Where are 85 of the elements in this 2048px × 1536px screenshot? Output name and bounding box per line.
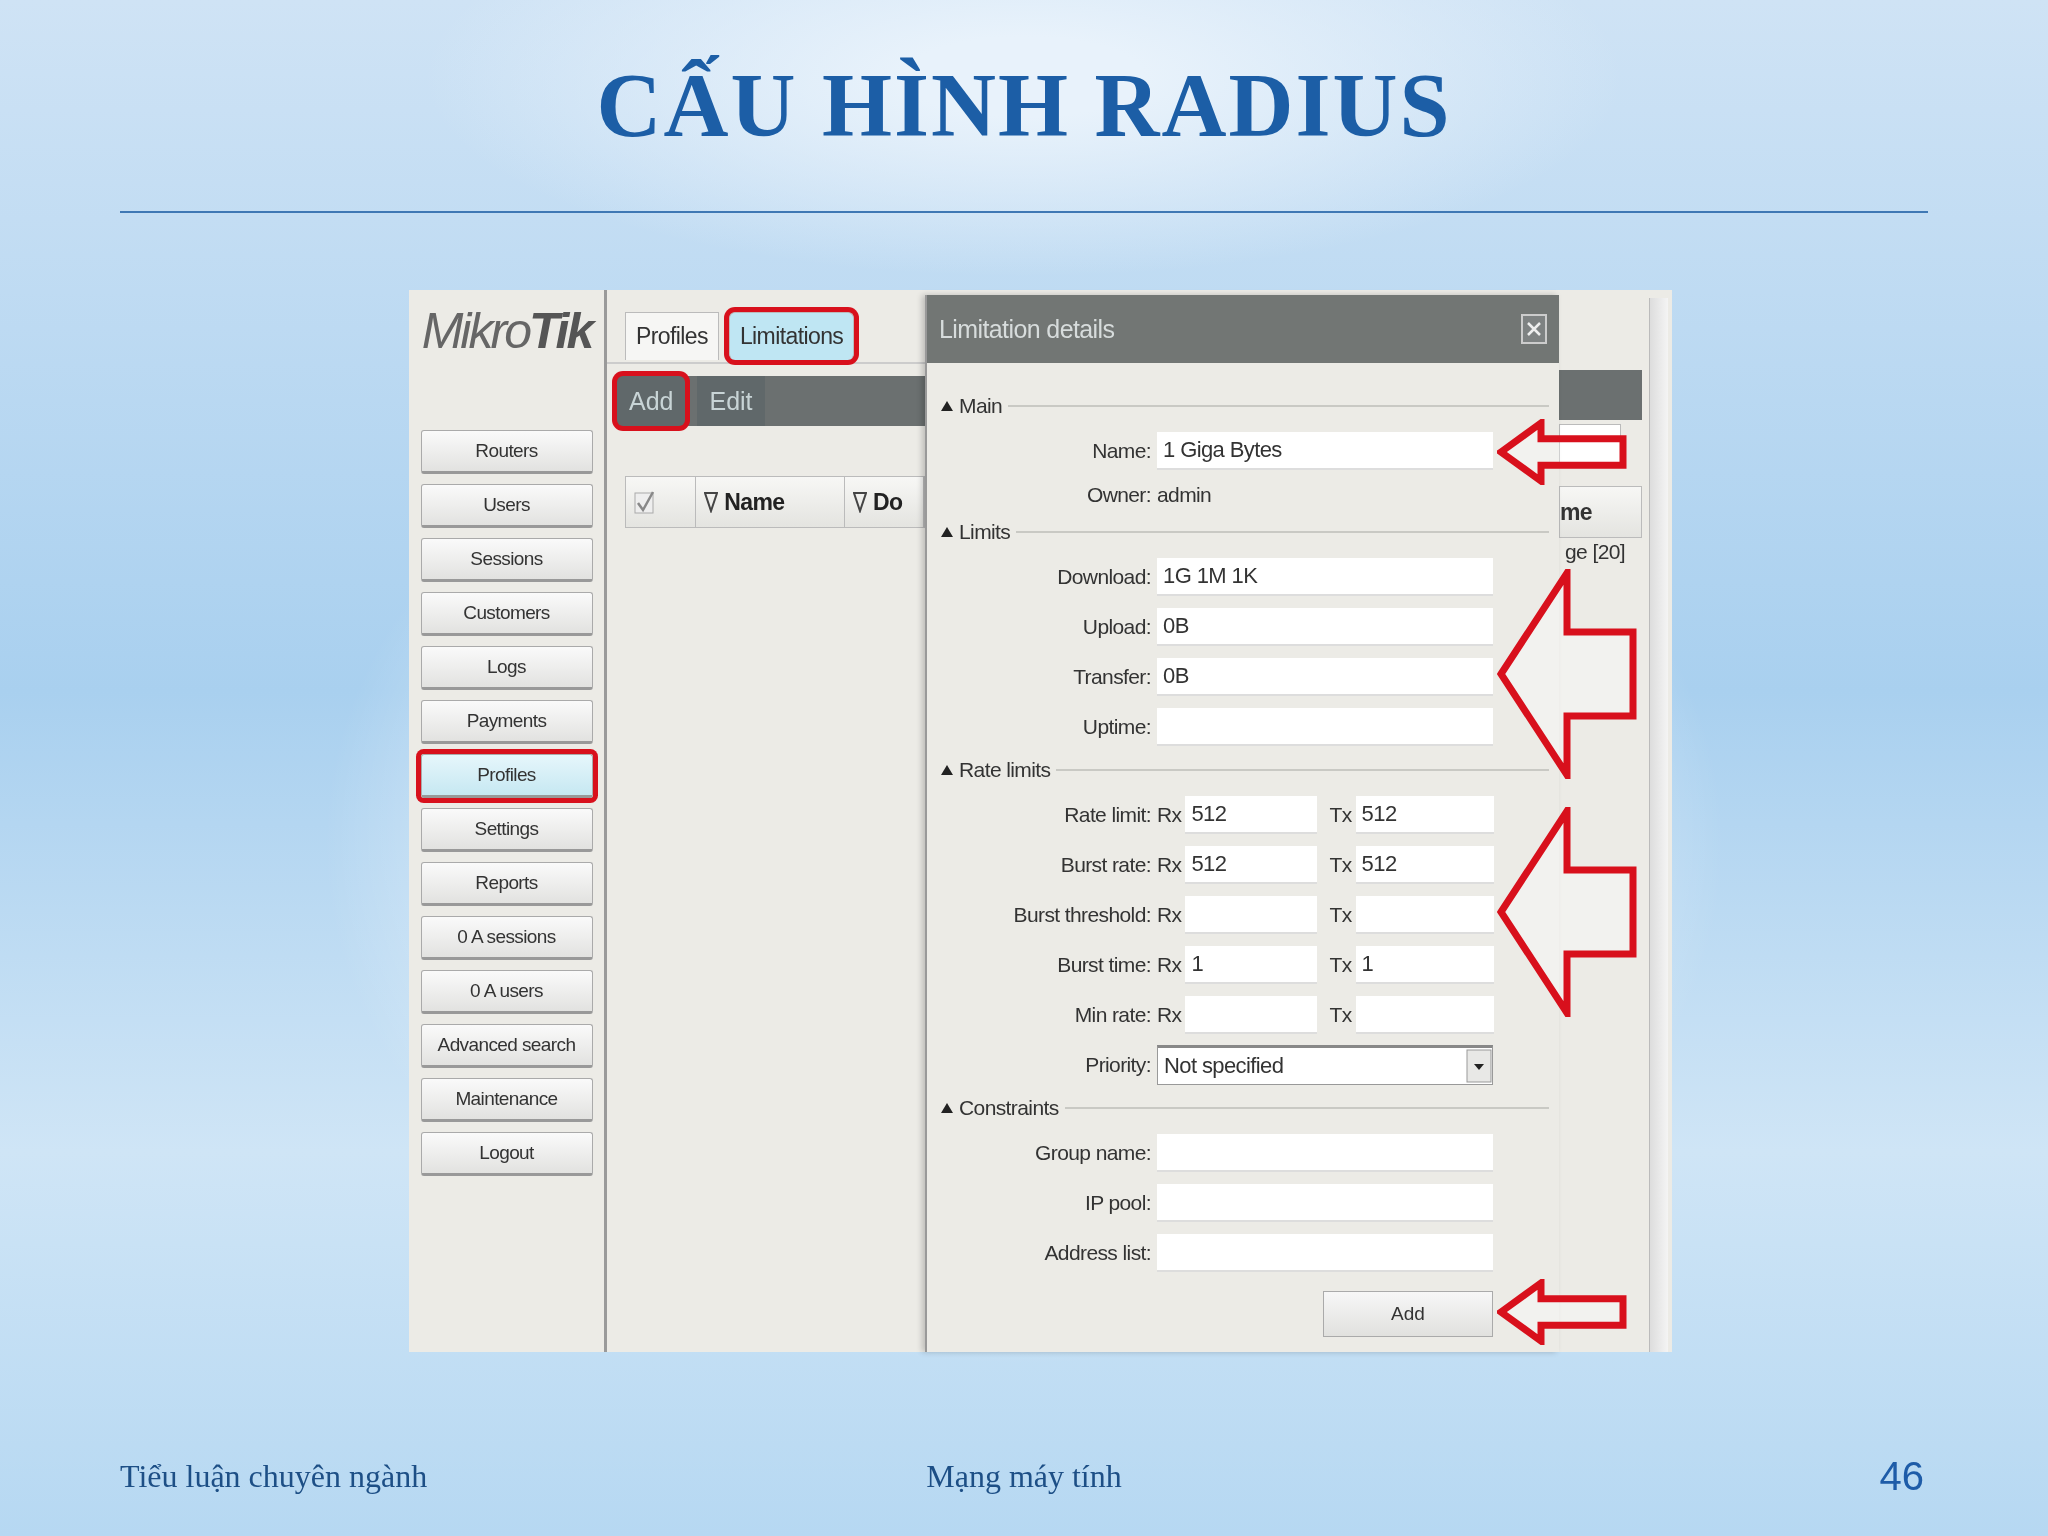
- field-label: Min rate:: [1073, 1003, 1151, 1027]
- rx-label: Rx: [1157, 853, 1182, 877]
- rx-field[interactable]: 512: [1185, 796, 1318, 834]
- text-field[interactable]: [1157, 708, 1493, 746]
- rx-field[interactable]: [1185, 996, 1318, 1034]
- dropdown-icon: [1466, 1049, 1492, 1083]
- column-header[interactable]: Do: [873, 488, 903, 516]
- field-label: Uptime:: [1081, 715, 1151, 739]
- field-label: Burst threshold:: [1012, 903, 1151, 927]
- column-header[interactable]: Name: [724, 488, 785, 516]
- text-field[interactable]: 0B: [1157, 658, 1493, 696]
- collapse-icon[interactable]: [941, 1103, 953, 1113]
- sidebar-item[interactable]: 0 A sessions: [420, 916, 593, 960]
- add-button[interactable]: Add: [1323, 1291, 1493, 1337]
- text-field[interactable]: [1157, 1184, 1493, 1222]
- text-field[interactable]: [1157, 1134, 1493, 1172]
- sidebar-item[interactable]: Users: [420, 484, 593, 528]
- section-title: Main: [959, 394, 1003, 418]
- field-label: Burst rate:: [1059, 853, 1151, 877]
- field-label: Download:: [1056, 565, 1151, 589]
- tx-field[interactable]: [1355, 896, 1494, 934]
- collapse-icon[interactable]: [941, 401, 953, 411]
- field-label: Burst time:: [1056, 953, 1151, 977]
- section-title: Limits: [959, 520, 1011, 544]
- rx-label: Rx: [1157, 903, 1182, 927]
- tx-field[interactable]: 1: [1355, 946, 1494, 984]
- sidebar-item[interactable]: Logout: [420, 1132, 593, 1176]
- field-label: Name:: [1091, 439, 1151, 463]
- sidebar-item[interactable]: Sessions: [420, 538, 593, 582]
- rx-label: Rx: [1157, 1003, 1182, 1027]
- rx-field[interactable]: 512: [1185, 846, 1318, 884]
- sidebar-item[interactable]: Reports: [420, 862, 593, 906]
- collapse-icon[interactable]: [941, 527, 953, 537]
- sidebar-item[interactable]: Payments: [420, 700, 593, 744]
- tx-label: Tx: [1329, 853, 1352, 877]
- tx-label: Tx: [1329, 903, 1352, 927]
- tab[interactable]: Profiles: [625, 312, 719, 360]
- checkbox-icon[interactable]: [634, 489, 656, 515]
- sidebar-item[interactable]: Customers: [420, 592, 593, 636]
- text-field[interactable]: 1G 1M 1K: [1157, 558, 1493, 596]
- footer-text: Tiểu luận chuyên ngành: [120, 1457, 428, 1495]
- sort-icon: [853, 491, 868, 513]
- footer-text: Mạng máy tính: [926, 1457, 1122, 1495]
- sidebar-item[interactable]: 0 A users: [420, 970, 593, 1014]
- sidebar-item[interactable]: Advanced search: [420, 1024, 593, 1068]
- scrollbar[interactable]: [1649, 298, 1668, 1352]
- field-label: Group name:: [1034, 1141, 1151, 1165]
- sidebar-item[interactable]: Logs: [420, 646, 593, 690]
- tx-label: Tx: [1329, 1003, 1352, 1027]
- rx-label: Rx: [1157, 953, 1182, 977]
- sidebar-item[interactable]: Routers: [420, 430, 593, 474]
- dialog-title: Limitation details: [939, 314, 1115, 344]
- tx-field[interactable]: 512: [1355, 846, 1494, 884]
- rx-field[interactable]: [1185, 896, 1318, 934]
- owner-value: admin: [1157, 483, 1213, 507]
- sidebar-item[interactable]: Maintenance: [420, 1078, 593, 1122]
- tx-label: Tx: [1329, 803, 1352, 827]
- close-icon: [1526, 321, 1542, 337]
- rx-field[interactable]: 1: [1185, 946, 1318, 984]
- table-cell-text: ge [20]: [1564, 540, 1627, 564]
- toolbar-button[interactable]: Edit: [697, 376, 765, 426]
- field-label: Owner:: [1085, 483, 1151, 507]
- section-title: Rate limits: [959, 758, 1051, 782]
- priority-dropdown[interactable]: Not specified: [1157, 1045, 1493, 1085]
- field-label: Rate limit:: [1063, 803, 1151, 827]
- field-label: Upload:: [1081, 615, 1151, 639]
- text-field[interactable]: 1 Giga Bytes: [1157, 432, 1493, 470]
- sidebar-item[interactable]: Settings: [420, 808, 593, 852]
- field-label: IP pool:: [1083, 1191, 1151, 1215]
- section-title: Constraints: [959, 1096, 1059, 1120]
- sort-icon: [704, 491, 719, 513]
- field-label: Address list:: [1043, 1241, 1151, 1265]
- tx-field[interactable]: [1355, 996, 1494, 1034]
- rx-label: Rx: [1157, 803, 1182, 827]
- page-number: 46: [1879, 1453, 1925, 1499]
- close-button[interactable]: [1521, 314, 1547, 344]
- tx-field[interactable]: 512: [1355, 796, 1494, 834]
- text-field[interactable]: [1157, 1234, 1493, 1272]
- tx-label: Tx: [1329, 953, 1352, 977]
- collapse-icon[interactable]: [941, 765, 953, 775]
- field-label: Transfer:: [1072, 665, 1151, 689]
- text-field[interactable]: 0B: [1157, 608, 1493, 646]
- slide-title: CẤU HÌNH RADIUS: [596, 54, 1452, 157]
- column-header[interactable]: me: [1560, 498, 1593, 526]
- field-label: Priority:: [1084, 1053, 1151, 1077]
